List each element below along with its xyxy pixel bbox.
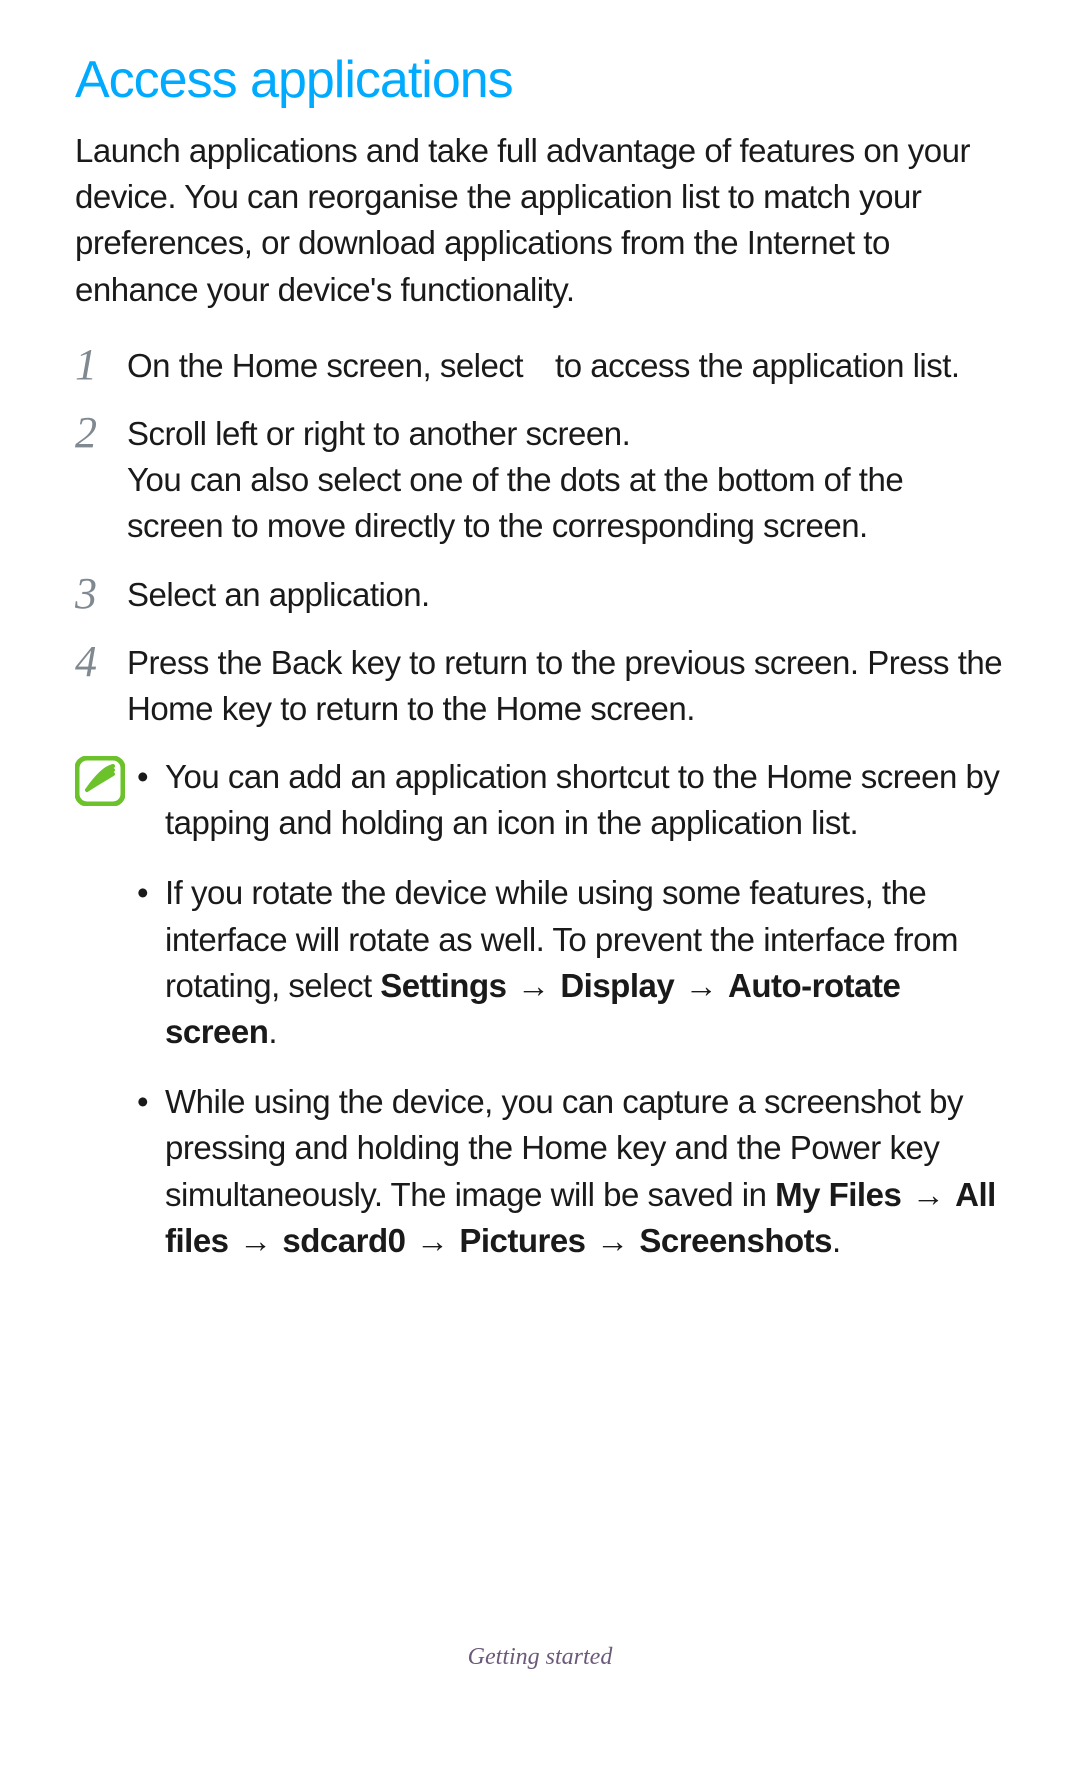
- note-bullet: • If you rotate the device while using s…: [137, 870, 1005, 1055]
- note-trail: .: [268, 1013, 277, 1050]
- step-text: Press the Back key to return to the prev…: [127, 640, 1005, 732]
- step-text-after: to access the application list.: [555, 347, 960, 384]
- arrow-icon: →: [683, 963, 720, 1009]
- path-bold: Settings: [380, 967, 506, 1004]
- step-number: 1: [75, 343, 127, 387]
- step-item: 2 Scroll left or right to another screen…: [75, 411, 1005, 550]
- step-number: 4: [75, 640, 127, 684]
- note-bullet-text: While using the device, you can capture …: [165, 1079, 1005, 1264]
- path-bold: Pictures: [459, 1222, 585, 1259]
- step-text-line2: You can also select one of the dots at t…: [127, 461, 903, 544]
- step-text: On the Home screen, select to access the …: [127, 343, 1005, 389]
- arrow-icon: →: [515, 963, 552, 1009]
- step-item: 4 Press the Back key to return to the pr…: [75, 640, 1005, 732]
- bullet-mark: •: [137, 754, 165, 800]
- step-text-line1: Scroll left or right to another screen.: [127, 415, 630, 452]
- note-bullet: • You can add an application shortcut to…: [137, 754, 1005, 846]
- note-bullet-text: If you rotate the device while using som…: [165, 870, 1005, 1055]
- note-bullet-text: You can add an application shortcut to t…: [165, 754, 1005, 846]
- intro-paragraph: Launch applications and take full advant…: [75, 128, 1005, 313]
- note-trail: .: [832, 1222, 841, 1259]
- section-heading: Access applications: [75, 50, 1005, 110]
- arrow-icon: →: [237, 1218, 274, 1264]
- arrow-icon: →: [594, 1218, 631, 1264]
- step-text-before: On the Home screen, select: [127, 347, 523, 384]
- step-number: 3: [75, 572, 127, 616]
- step-text: Scroll left or right to another screen. …: [127, 411, 1005, 550]
- path-bold: My Files: [775, 1176, 901, 1213]
- note-bullets: • You can add an application shortcut to…: [137, 754, 1005, 1288]
- page-footer: Getting started: [0, 1644, 1080, 1671]
- manual-page: Access applications Launch applications …: [0, 0, 1080, 1771]
- step-item: 1 On the Home screen, select to access th…: [75, 343, 1005, 389]
- path-bold: Display: [560, 967, 674, 1004]
- step-text: Select an application.: [127, 572, 1005, 618]
- arrow-icon: →: [414, 1218, 451, 1264]
- note-bullet: • While using the device, you can captur…: [137, 1079, 1005, 1264]
- step-number: 2: [75, 411, 127, 455]
- path-bold: sdcard0: [282, 1222, 405, 1259]
- bullet-mark: •: [137, 1079, 165, 1125]
- bullet-mark: •: [137, 870, 165, 916]
- arrow-icon: →: [910, 1172, 947, 1218]
- path-bold: Screenshots: [639, 1222, 832, 1259]
- note-block: • You can add an application shortcut to…: [75, 754, 1005, 1288]
- note-icon: [75, 754, 137, 811]
- step-item: 3 Select an application.: [75, 572, 1005, 618]
